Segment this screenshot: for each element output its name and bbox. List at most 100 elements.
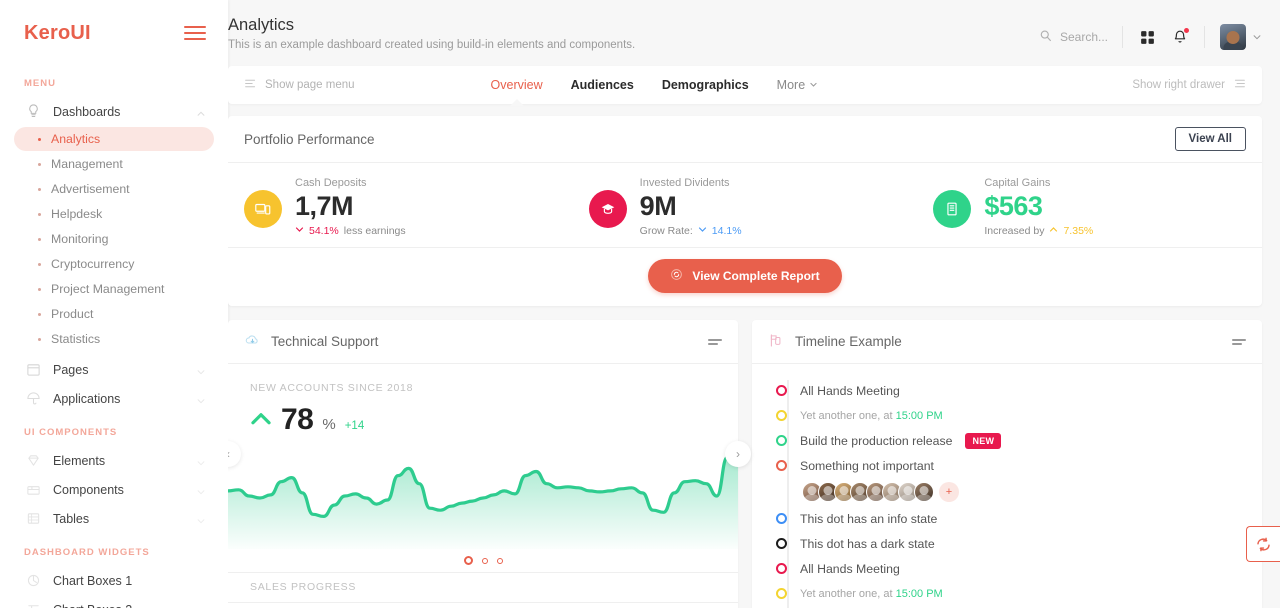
bullet-icon	[38, 312, 41, 316]
box-icon	[26, 482, 41, 497]
sidebar-item-product[interactable]: Product	[14, 302, 214, 326]
list-item[interactable]: Something not important	[752, 453, 1262, 478]
technical-support-column: Technical Support ‹ › NEW ACCOUNTS SINCE…	[228, 320, 751, 608]
tab-demographics[interactable]: Demographics	[662, 78, 749, 92]
new-accounts-delta: +14	[344, 420, 365, 432]
bell-icon[interactable]	[1172, 28, 1189, 45]
card-menu-button[interactable]	[1232, 337, 1246, 347]
timeline-flag-icon	[768, 332, 785, 352]
avatar	[1220, 24, 1246, 50]
lamp-icon	[26, 104, 41, 119]
sidebar-item-chart-boxes-1[interactable]: Chart Boxes 1	[0, 566, 228, 595]
portfolio-card-footer: View Complete Report	[228, 247, 1262, 306]
bullet-icon	[38, 262, 41, 266]
tab-more[interactable]: More	[777, 78, 818, 92]
carousel-dot-2[interactable]	[496, 557, 503, 564]
table-icon	[26, 511, 41, 526]
timeline-dot-icon	[776, 460, 787, 471]
sidebar-item-tables-label: Tables	[53, 511, 90, 526]
sidebar-section-menu-label: MENU	[24, 78, 56, 89]
grid-apps-icon[interactable]	[1139, 29, 1156, 46]
brand-logo[interactable]: KeroUI	[24, 22, 91, 45]
sidebar-item-elements[interactable]: Elements	[0, 446, 228, 475]
timeline-dot-icon	[776, 435, 787, 446]
sidebar-item-cryptocurrency[interactable]: Cryptocurrency	[14, 252, 214, 276]
view-all-button[interactable]: View All	[1174, 127, 1246, 151]
chart-icon	[26, 602, 41, 608]
technical-support-title-row: Technical Support	[244, 332, 378, 352]
monitor-phone-icon	[244, 190, 282, 228]
sidebar-item-components-label: Components	[53, 482, 124, 497]
sidebar-brand-row: KeroUI	[0, 0, 228, 66]
list-item[interactable]: All Hands Meeting	[752, 556, 1262, 581]
timeline-dot-icon	[776, 410, 787, 421]
sidebar-dashboard-sublist: Analytics Management Advertisement Helpd…	[0, 127, 228, 351]
metric-trend-value: 54.1%	[309, 225, 339, 237]
list-item[interactable]: Build the production release NEW	[752, 428, 1262, 453]
carousel-dot-1[interactable]	[481, 557, 488, 564]
carousel-dots	[228, 549, 738, 568]
sidebar-item-statistics[interactable]: Statistics	[14, 327, 214, 351]
carousel-next-button[interactable]: ›	[725, 441, 751, 467]
list-item[interactable]: Yet another one, at 15:00 PM	[752, 581, 1262, 606]
sidebar-item-analytics[interactable]: Analytics	[14, 127, 214, 151]
metric-label: Capital Gains	[984, 177, 1051, 189]
search-input[interactable]: Search...	[1039, 29, 1122, 46]
cloud-download-icon	[244, 332, 261, 352]
sidebar-item-advertisement[interactable]: Advertisement	[14, 177, 214, 201]
add-person-button[interactable]: +	[939, 482, 959, 502]
portfolio-card-title: Portfolio Performance	[244, 131, 375, 147]
card-menu-button[interactable]	[708, 337, 722, 347]
sidebar-toggle-button[interactable]	[184, 22, 206, 44]
sidebar-item-helpdesk[interactable]: Helpdesk	[14, 202, 214, 226]
sidebar-item-chart-boxes-2[interactable]: Chart Boxes 2	[0, 595, 228, 608]
sidebar-item-dashboards[interactable]: Dashboards	[0, 97, 228, 126]
sidebar-item-cryptocurrency-label: Cryptocurrency	[51, 257, 135, 271]
app-root: KeroUI MENU Dashboards Analytics Managem…	[0, 0, 1280, 608]
sidebar-item-project-management[interactable]: Project Management	[14, 277, 214, 301]
show-right-drawer-button[interactable]: Show right drawer	[1132, 77, 1246, 93]
chevron-down-icon	[809, 78, 818, 92]
sidebar-item-dashboards-label: Dashboards	[53, 104, 121, 119]
metric-trend: 54.1% less earnings	[295, 225, 406, 237]
refresh-icon[interactable]	[1246, 526, 1280, 562]
chevron-down-icon	[295, 225, 304, 237]
sidebar-item-components[interactable]: Components	[0, 475, 228, 504]
page-title: Analytics	[228, 16, 295, 34]
list-item[interactable]: All Hands Meeting	[752, 378, 1262, 403]
drawer-icon	[1233, 77, 1246, 93]
timeline-item-text: All Hands Meeting	[800, 561, 900, 576]
new-accounts-number: 78	[281, 403, 314, 436]
total-orders-row: Total Orders 1896	[228, 603, 738, 608]
status-badge: NEW	[965, 432, 1002, 449]
bullet-icon	[38, 237, 41, 241]
sidebar-item-tables[interactable]: Tables	[0, 504, 228, 533]
bullet-icon	[38, 212, 41, 216]
list-item[interactable]: This dot has a dark state	[752, 531, 1262, 556]
sidebar-item-management[interactable]: Management	[14, 152, 214, 176]
list-item[interactable]: Yet another one, at 15:00 PM	[752, 403, 1262, 428]
metric-trend: Increased by 7.35%	[984, 225, 1093, 237]
show-page-menu-label: Show page menu	[265, 79, 355, 91]
tab-audiences[interactable]: Audiences	[571, 78, 634, 92]
sidebar-item-pages[interactable]: Pages	[0, 355, 228, 384]
tab-overview[interactable]: Overview	[491, 78, 543, 92]
portfolio-performance-card: Portfolio Performance View All Cash Depo…	[228, 116, 1262, 306]
user-menu[interactable]	[1205, 24, 1262, 50]
search-placeholder-label: Search...	[1059, 30, 1108, 44]
metric-trend-suffix: less earnings	[343, 225, 406, 237]
sidebar-item-monitoring[interactable]: Monitoring	[14, 227, 214, 251]
technical-support-card-header: Technical Support	[228, 320, 738, 364]
sidebar-item-applications[interactable]: Applications	[0, 384, 228, 413]
header-icon-group	[1123, 28, 1204, 46]
bullet-icon	[38, 337, 41, 341]
new-accounts-stat: 78 % +14	[240, 394, 726, 437]
view-complete-report-button[interactable]: View Complete Report	[648, 259, 842, 293]
metric-label: Cash Deposits	[295, 177, 367, 189]
avatar[interactable]	[914, 482, 934, 502]
carousel-dot-0[interactable]	[463, 556, 473, 565]
building-icon	[933, 190, 972, 228]
show-page-menu-button[interactable]: Show page menu	[244, 77, 355, 93]
list-item[interactable]: This dot has an info state	[752, 506, 1262, 531]
chevron-down-icon	[196, 485, 206, 495]
